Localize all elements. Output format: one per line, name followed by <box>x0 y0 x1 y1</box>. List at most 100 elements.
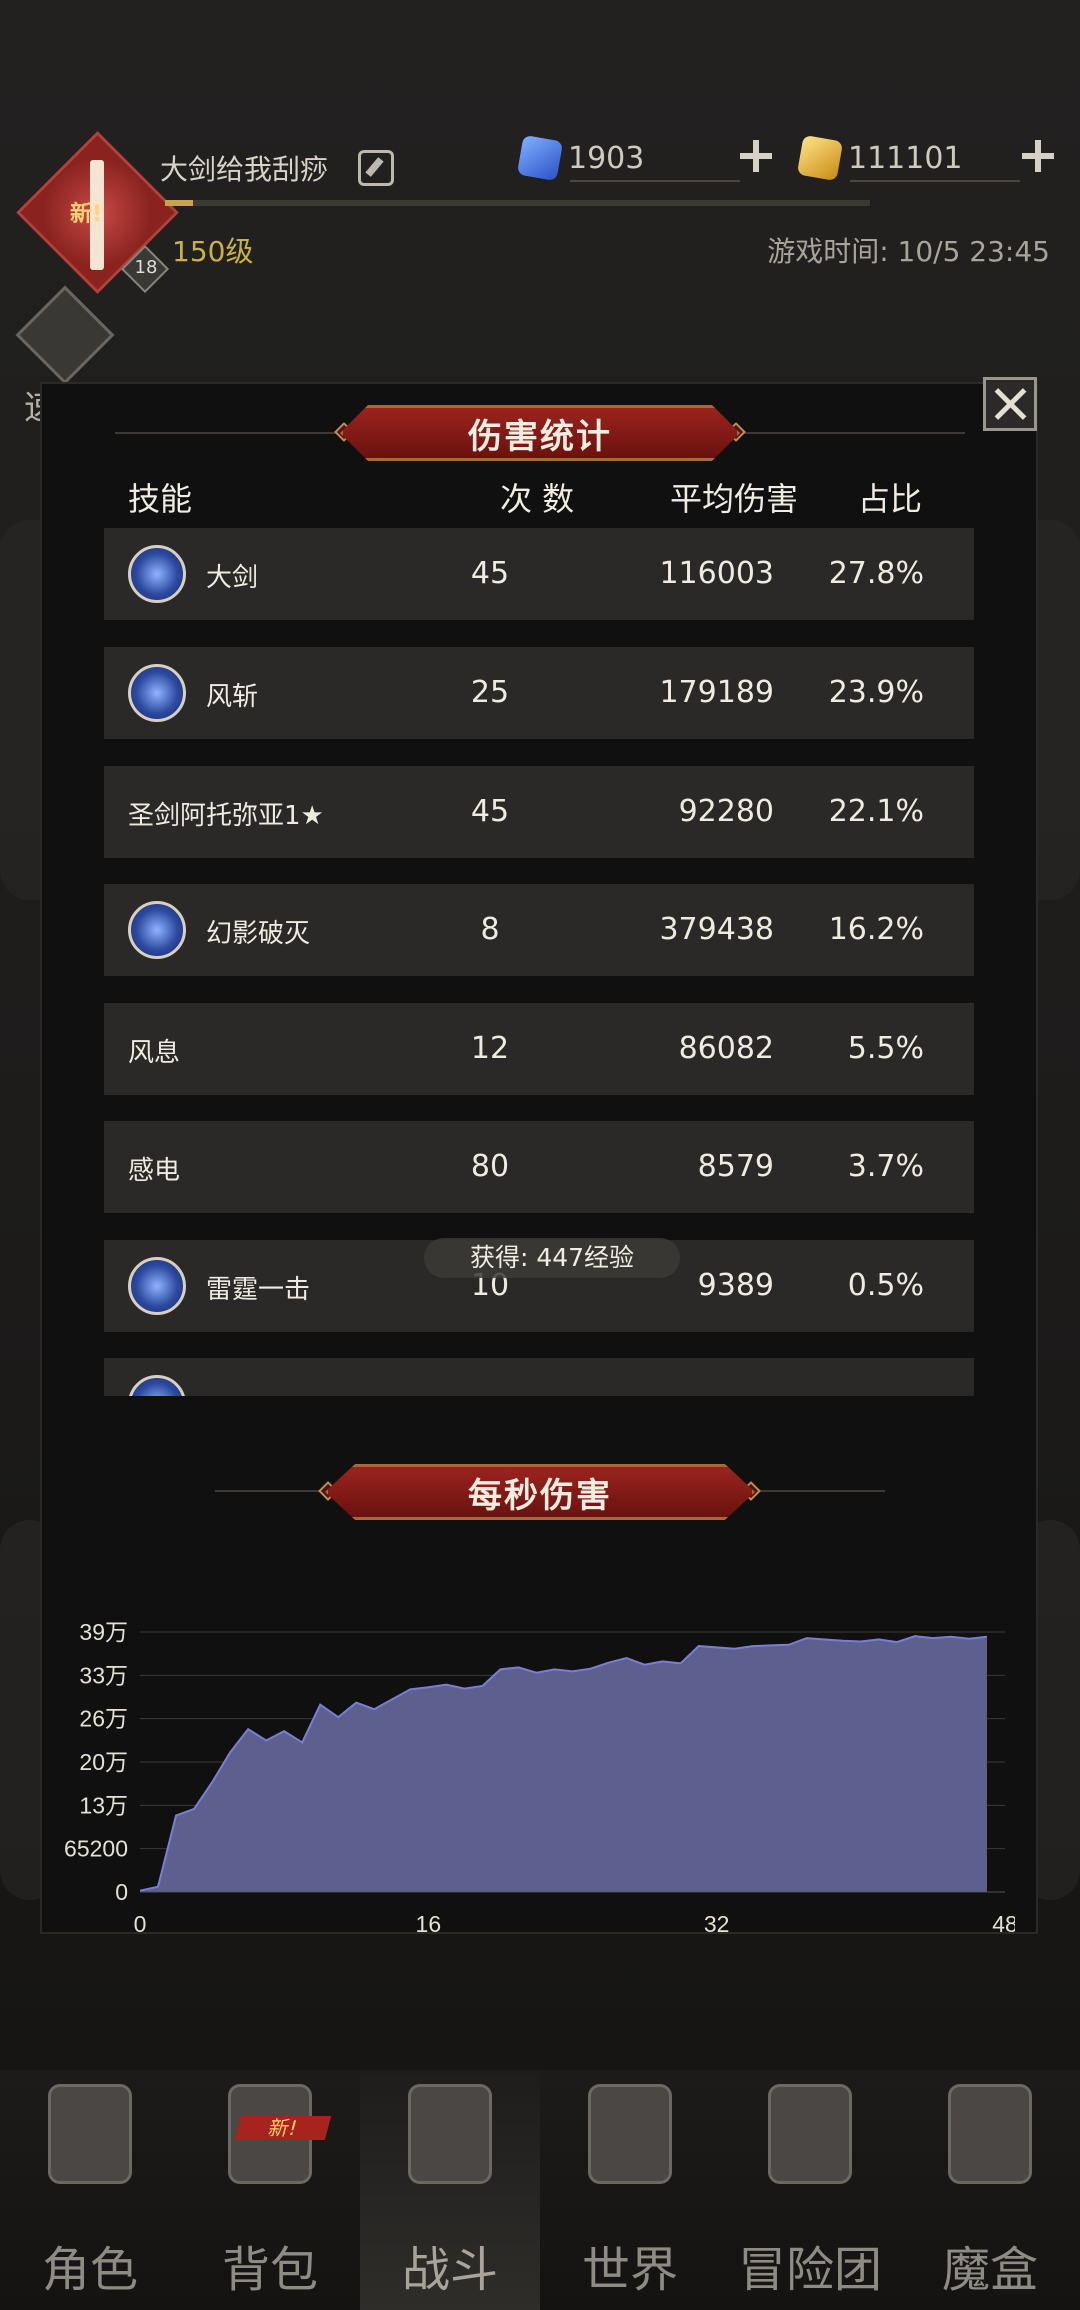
x-tick-label: 32 <box>704 1911 730 1937</box>
table-row: 风息 12 86082 5.5% <box>104 1003 974 1095</box>
player-name: 大剑给我刮痧 <box>160 153 329 186</box>
y-tick-label: 33万 <box>79 1662 128 1688</box>
title-divider <box>735 432 965 434</box>
skill-percent: 3.7% <box>847 1149 924 1184</box>
skill-count: 45 <box>470 794 510 829</box>
skill-percent: 23.9% <box>828 675 924 710</box>
game-time: 游戏时间: 10/5 23:45 <box>767 235 1050 268</box>
skill-name: 大剑 <box>206 563 259 593</box>
skill-name: 风斩 <box>206 682 259 712</box>
skill-avg-damage: 86082 <box>678 1031 774 1066</box>
nav-label: 背包 <box>221 2242 318 2298</box>
player-header: 新! 18 大剑给我刮痧 150级 游戏时间: 10/5 23:45 1903 … <box>0 0 1080 300</box>
nav-label: 世界 <box>581 2242 678 2298</box>
skill-count: 12 <box>470 1031 510 1066</box>
add-gold-icon[interactable] <box>1022 140 1054 172</box>
skill-count: 8 <box>480 912 500 947</box>
y-tick-label: 39万 <box>79 1619 128 1645</box>
gem-value: 1903 <box>568 140 645 176</box>
skill-avg-damage: 379438 <box>659 912 774 947</box>
avatar-level-text: 18 <box>134 257 158 278</box>
skill-avg-damage: 8579 <box>697 1149 774 1184</box>
wind-slash-icon <box>128 664 186 722</box>
xp-progress-fill <box>165 200 194 206</box>
skill-name: 圣剑阿托弥亚1★ <box>128 801 324 831</box>
skill-count: 80 <box>470 1149 510 1184</box>
gem-icon <box>516 134 564 182</box>
skill-count: 45 <box>470 556 510 591</box>
castle-icon <box>768 2084 852 2184</box>
gold-icon <box>796 134 844 182</box>
nav-tab-battle[interactable]: 战斗 <box>360 2070 540 2310</box>
y-tick-label: 65200 <box>64 1836 128 1862</box>
phantom-icon <box>128 901 186 959</box>
dps-chart: 0 65200 13万 20万 26万 33万 39万 0 16 32 48 <box>55 1600 1015 1950</box>
col-skill: 技能 <box>128 480 193 518</box>
skill-name: 风息 <box>128 1038 181 1068</box>
col-count: 次 数 <box>500 480 575 518</box>
sword-skill-icon <box>128 545 186 603</box>
skill-percent: 22.1% <box>828 794 924 829</box>
y-tick-label: 20万 <box>79 1749 128 1775</box>
nav-tab-world[interactable]: 世界 <box>540 2070 720 2310</box>
nav-label: 冒险团 <box>737 2242 882 2298</box>
shield-sword-icon <box>408 2084 492 2184</box>
skill-icon <box>128 1375 186 1396</box>
table-header: 技能 次 数 平均伤害 占比 <box>0 474 1080 524</box>
skill-name: 感电 <box>128 1156 181 1186</box>
skill-count: 25 <box>470 675 510 710</box>
helmet-icon <box>48 2084 132 2184</box>
skill-name: 雷霆一击 <box>206 1275 311 1305</box>
nav-tab-adventure-group[interactable]: 冒险团 <box>720 2070 900 2310</box>
y-tick-label: 26万 <box>79 1706 128 1732</box>
currency-underline <box>850 180 1020 182</box>
nav-tab-character[interactable]: 角色 <box>0 2070 180 2310</box>
skill-percent: 0.5% <box>847 1268 924 1303</box>
currency-underline <box>570 180 740 182</box>
x-tick-label: 0 <box>134 1911 147 1937</box>
nav-tab-backpack[interactable]: 新! 背包 <box>180 2070 360 2310</box>
cube-icon <box>948 2084 1032 2184</box>
gold-value: 111101 <box>848 140 963 176</box>
skill-percent: 27.8% <box>828 556 924 591</box>
table-row: 幻影破灭 8 379438 16.2% <box>104 884 974 976</box>
speed-battle-icon <box>15 285 115 385</box>
x-tick-label: 16 <box>416 1911 442 1937</box>
col-avg-damage: 平均伤害 <box>670 480 799 518</box>
skill-avg-damage: 179189 <box>659 675 774 710</box>
skill-avg-damage: 116003 <box>659 556 774 591</box>
dps-chart-svg: 0 65200 13万 20万 26万 33万 39万 0 16 32 48 <box>64 1619 1015 1937</box>
dps-title: 每秒伤害 <box>325 1464 755 1520</box>
title-divider <box>115 432 345 434</box>
avatar-new-tag: 新! <box>70 202 103 227</box>
y-tick-label: 0 <box>115 1879 128 1905</box>
table-row: 感电 80 8579 3.7% <box>104 1121 974 1213</box>
skill-percent: 5.5% <box>847 1031 924 1066</box>
bottom-nav: 角色 新! 背包 战斗 世界 冒险团 魔盒 <box>0 2070 1080 2310</box>
dps-area <box>140 1636 987 1892</box>
player-level: 150级 <box>172 235 254 268</box>
close-button[interactable] <box>983 377 1037 431</box>
nav-tab-magic-box[interactable]: 魔盒 <box>900 2070 1080 2310</box>
nav-new-badge: 新! <box>234 2116 332 2140</box>
title-divider <box>755 1490 885 1492</box>
currency-gold: 111101 <box>796 134 1060 182</box>
skill-percent: 16.2% <box>828 912 924 947</box>
table-row: 大剑 45 116003 27.8% <box>104 528 974 620</box>
table-row <box>104 1358 974 1396</box>
table-row: 圣剑阿托弥亚1★ 45 92280 22.1% <box>104 766 974 858</box>
skill-name: 幻影破灭 <box>206 919 311 949</box>
x-tick-label: 48 <box>992 1911 1015 1937</box>
xp-progress-bar <box>165 200 870 206</box>
y-tick-label: 13万 <box>79 1792 128 1818</box>
damage-stats-title: 伤害统计 <box>340 405 740 461</box>
table-row: 风斩 25 179189 23.9% <box>104 647 974 739</box>
nav-label: 魔盒 <box>941 2242 1038 2298</box>
col-percent: 占比 <box>858 480 923 518</box>
exp-gain-toast: 获得: 447经验 <box>424 1238 680 1278</box>
edit-name-icon[interactable] <box>358 150 394 186</box>
nav-label: 战斗 <box>401 2242 498 2298</box>
skill-avg-damage: 92280 <box>678 794 774 829</box>
thunder-icon <box>128 1257 186 1315</box>
add-gem-icon[interactable] <box>740 140 772 172</box>
